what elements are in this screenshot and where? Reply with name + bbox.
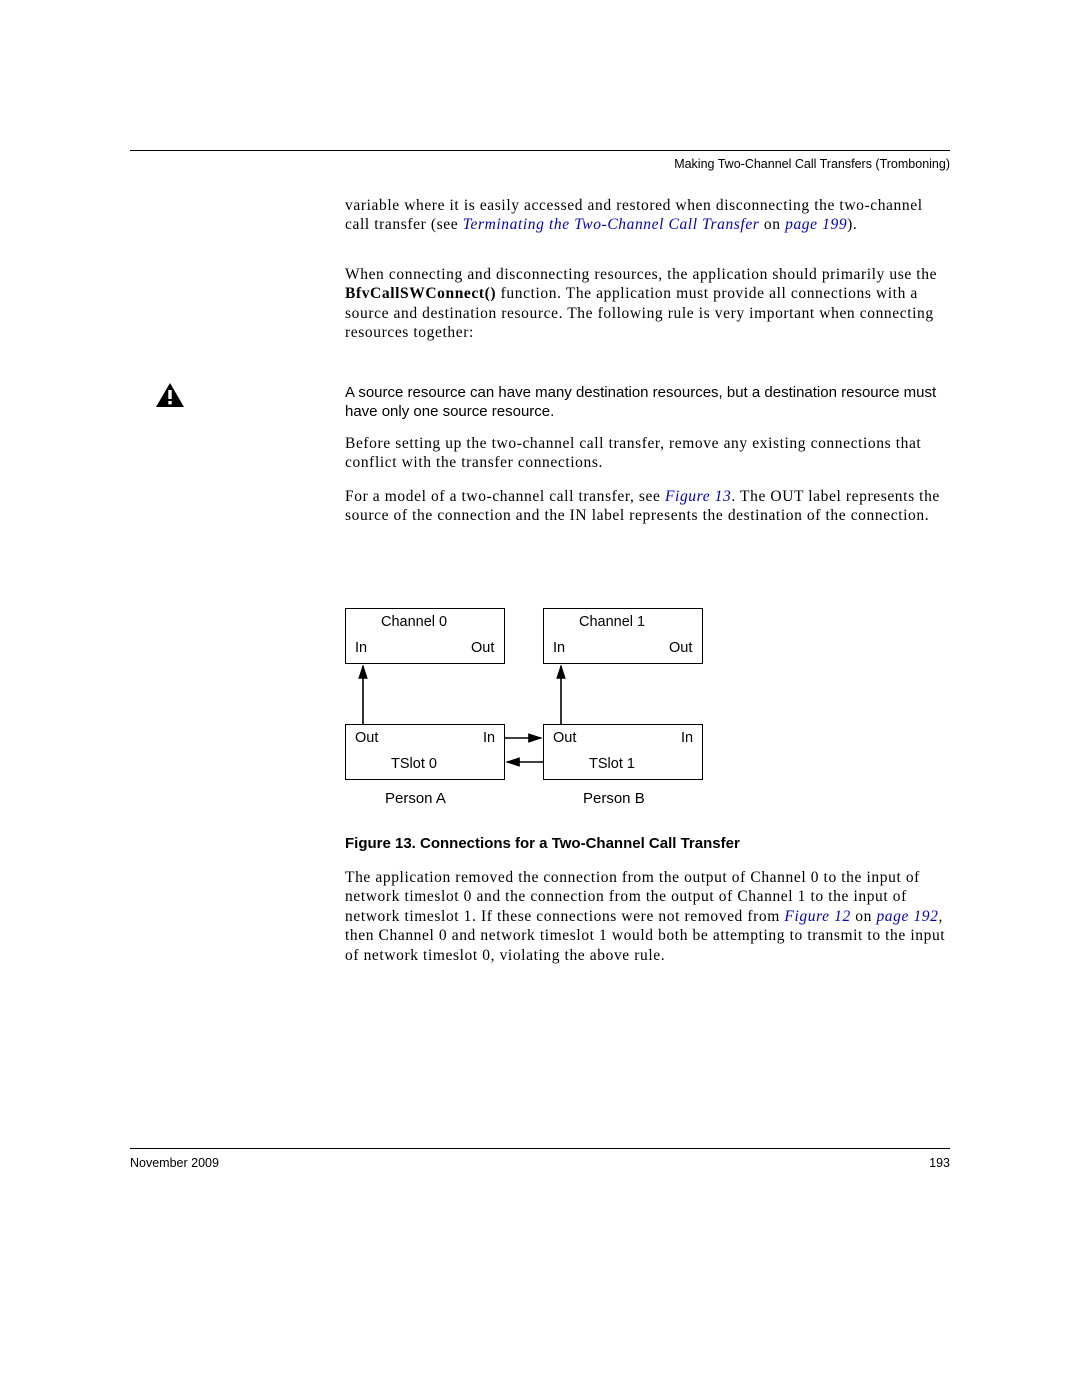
function-name: BfvCallSWConnect() bbox=[345, 285, 496, 302]
link-page-192[interactable]: page 192 bbox=[876, 908, 938, 925]
label-channel-1: Channel 1 bbox=[579, 614, 645, 630]
paragraph-1: variable where it is easily accessed and… bbox=[345, 196, 950, 249]
running-header: Making Two-Channel Call Transfers (Tromb… bbox=[674, 157, 950, 171]
label-in: In bbox=[483, 730, 495, 746]
link-figure-13[interactable]: Figure 13 bbox=[665, 488, 731, 505]
body-text-mid: Before setting up the two-channel call t… bbox=[345, 434, 950, 540]
text: on bbox=[851, 908, 877, 925]
label-in: In bbox=[553, 640, 565, 656]
label-tslot-1: TSlot 1 bbox=[589, 756, 635, 772]
text: ). bbox=[847, 216, 857, 233]
label-out: Out bbox=[471, 640, 494, 656]
label-channel-0: Channel 0 bbox=[381, 614, 447, 630]
warning-icon bbox=[155, 382, 185, 408]
figure-caption: Figure 13. Connections for a Two-Channel… bbox=[345, 835, 740, 852]
page: Making Two-Channel Call Transfers (Tromb… bbox=[0, 0, 1080, 1397]
label-person-a: Person A bbox=[385, 790, 446, 807]
text: on bbox=[759, 216, 785, 233]
label-in: In bbox=[681, 730, 693, 746]
header-rule bbox=[130, 150, 950, 151]
label-out: Out bbox=[355, 730, 378, 746]
label-person-b: Person B bbox=[583, 790, 645, 807]
warning-icon-row bbox=[155, 382, 193, 408]
label-out: Out bbox=[553, 730, 576, 746]
label-tslot-0: TSlot 0 bbox=[391, 756, 437, 772]
note-text: A source resource can have many destinat… bbox=[345, 384, 950, 422]
paragraph-5: The application removed the connection f… bbox=[345, 868, 950, 979]
link-figure-12[interactable]: Figure 12 bbox=[784, 908, 850, 925]
paragraph-3: Before setting up the two-channel call t… bbox=[345, 434, 950, 487]
text: For a model of a two-channel call transf… bbox=[345, 488, 665, 505]
footer-date: November 2009 bbox=[130, 1156, 219, 1170]
body-text-upper: variable where it is easily accessed and… bbox=[345, 196, 950, 372]
link-terminating-transfer[interactable]: Terminating the Two-Channel Call Transfe… bbox=[463, 216, 760, 233]
link-page-199[interactable]: page 199 bbox=[785, 216, 847, 233]
label-out: Out bbox=[669, 640, 692, 656]
page-number: 193 bbox=[929, 1156, 950, 1170]
paragraph-2: When connecting and disconnecting resour… bbox=[345, 265, 950, 357]
paragraph-4: For a model of a two-channel call transf… bbox=[345, 487, 950, 540]
text: When connecting and disconnecting resour… bbox=[345, 266, 937, 283]
label-in: In bbox=[355, 640, 367, 656]
figure-13-diagram: Channel 0 Channel 1 In Out In Out Out In… bbox=[345, 600, 725, 820]
footer-rule bbox=[130, 1148, 950, 1149]
body-text-lower: The application removed the connection f… bbox=[345, 868, 950, 979]
